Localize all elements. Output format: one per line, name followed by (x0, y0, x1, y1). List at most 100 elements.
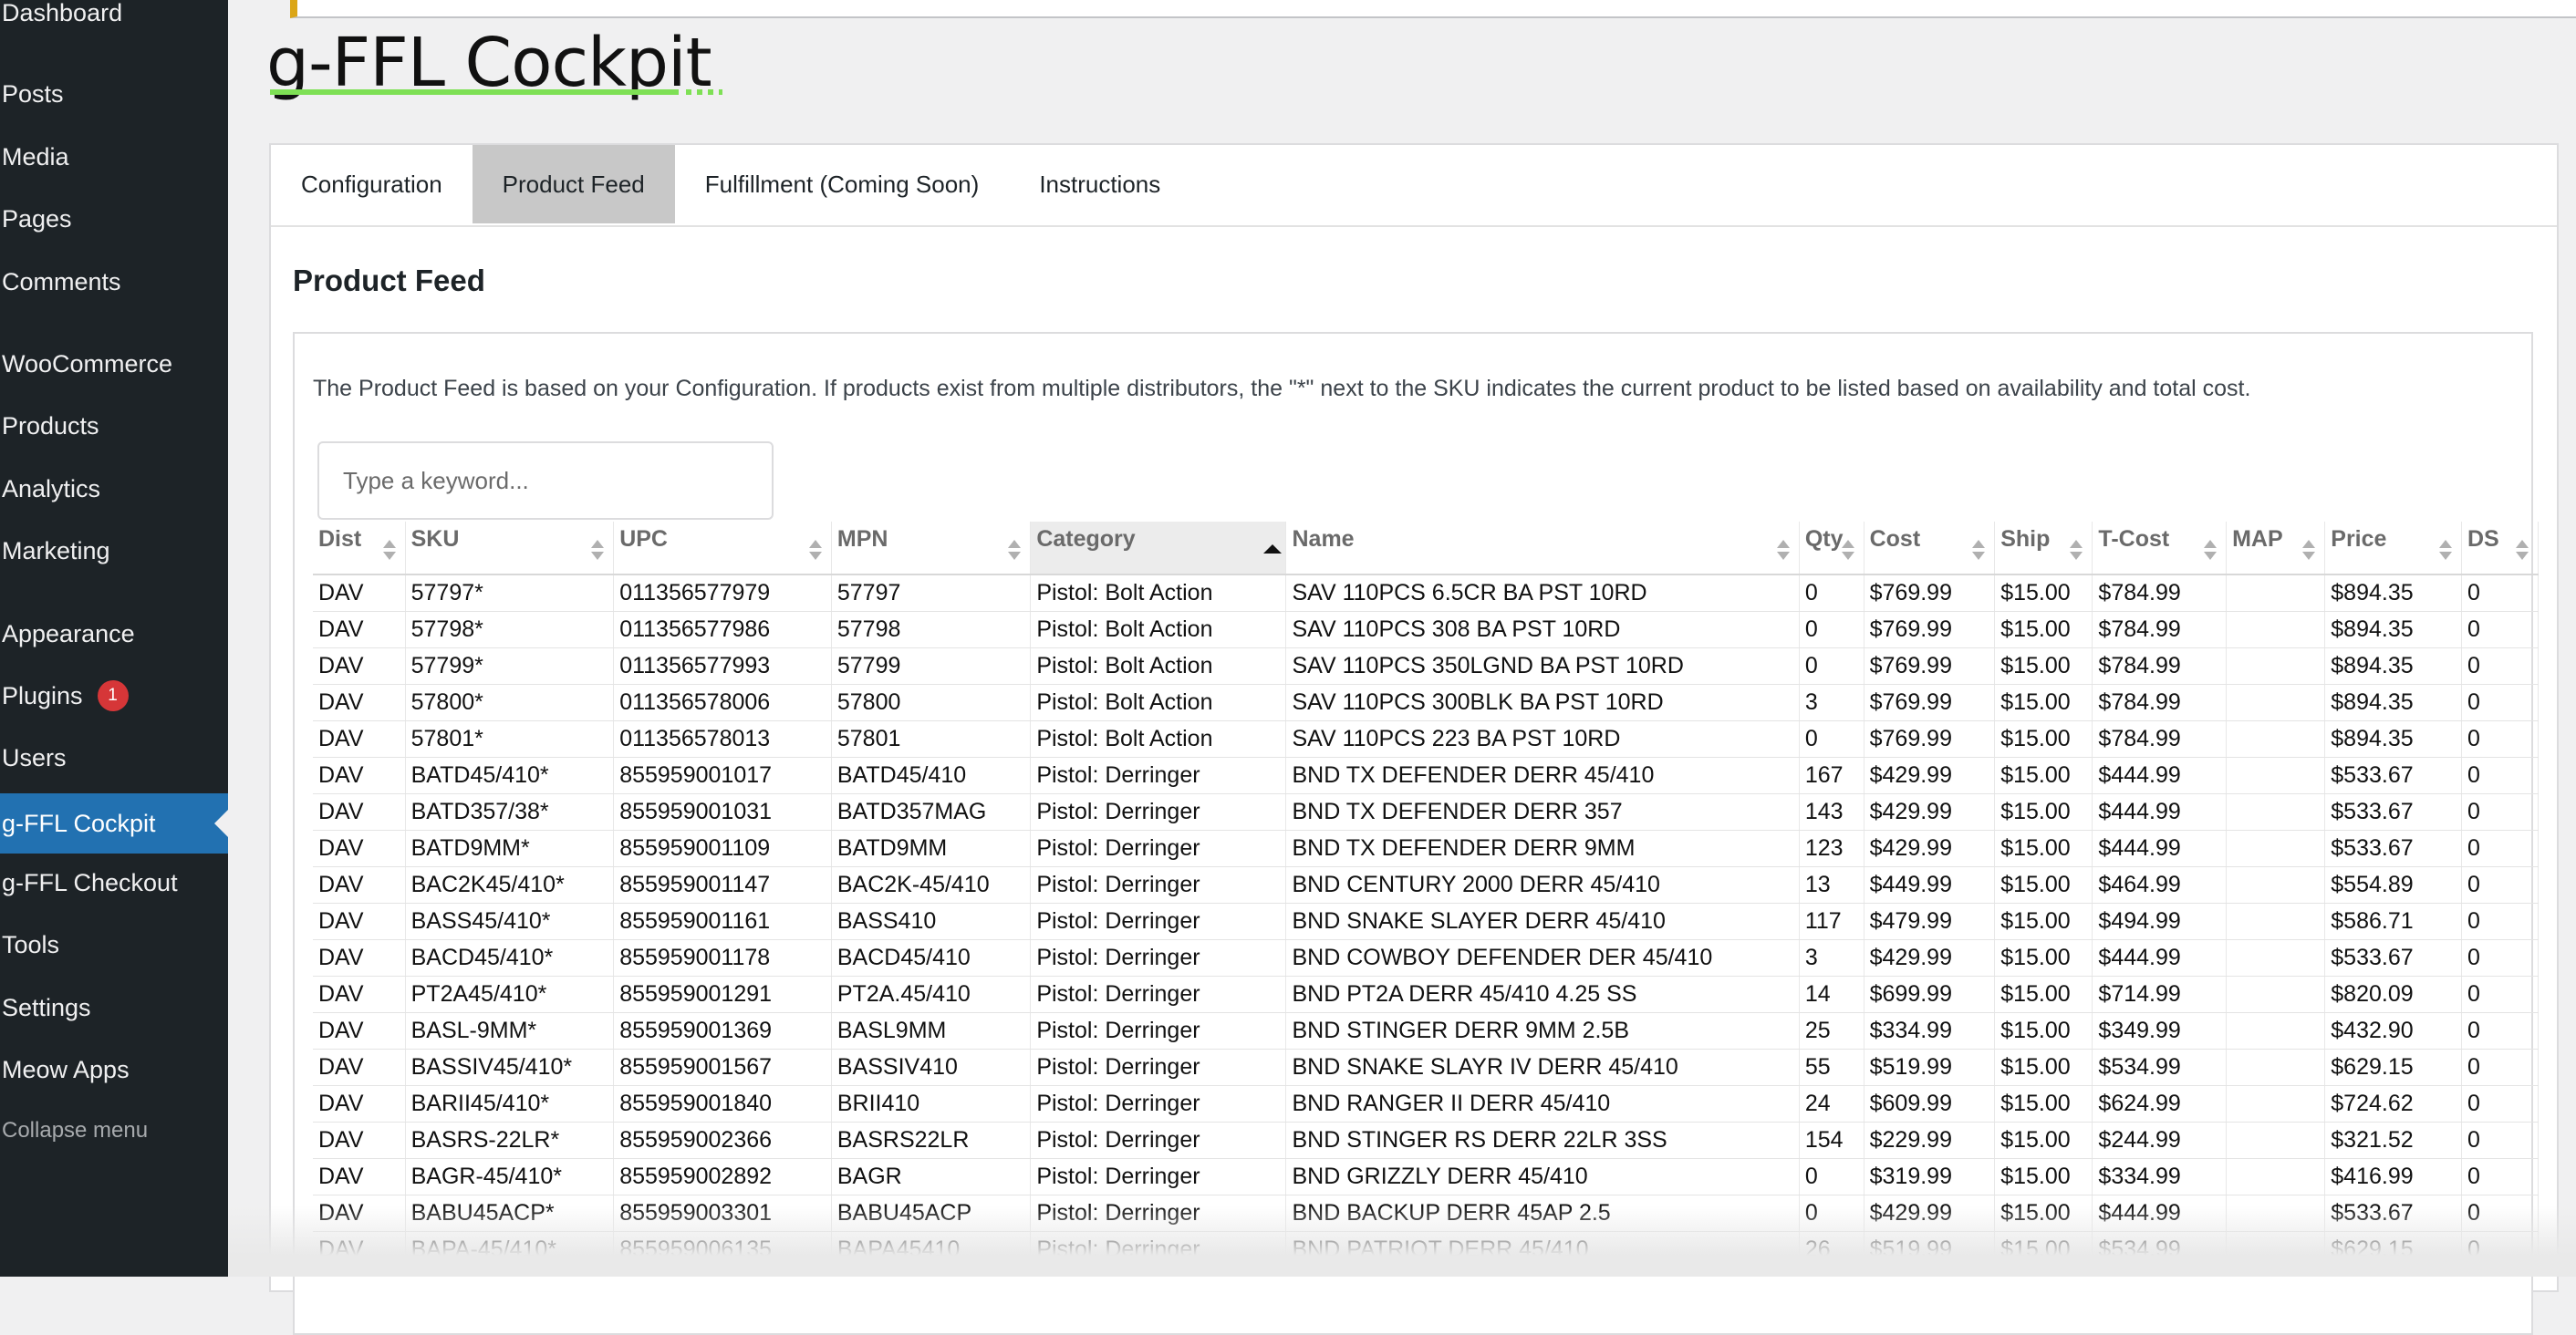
cell-upc: 855959001031 (613, 793, 832, 831)
column-header-qty[interactable]: Qty (1799, 522, 1864, 575)
column-header-t-cost[interactable]: T-Cost (2092, 522, 2228, 575)
cell-ship: $15.00 (1994, 1049, 2093, 1086)
collapse-menu-button[interactable]: Collapse menu (0, 1103, 228, 1158)
cell-qty: 0 (1799, 647, 1864, 685)
cell-cost: $334.99 (1864, 1012, 1996, 1050)
cell-cost: $769.99 (1864, 647, 1996, 685)
table-row[interactable]: DAV BASRS-22LR* 855959002366 BASRS22LR Pisto… (313, 1122, 2540, 1159)
sidebar-item-pages[interactable]: Pages (0, 191, 228, 246)
column-header-sku[interactable]: SKU (405, 522, 615, 575)
feed-description: The Product Feed is based on your Config… (313, 376, 2251, 401)
cell-category: Pistol: Derringer (1030, 830, 1287, 867)
sidebar-item-users[interactable]: Users (0, 730, 228, 785)
cell-cost: $769.99 (1864, 684, 1996, 721)
table-row[interactable]: DAV BACD45/410* 855959001178 BACD45/410 Pist… (313, 939, 2540, 977)
column-header-name[interactable]: Name (1285, 522, 1800, 575)
table-row[interactable]: DAV PT2A45/410* 855959001291 PT2A.45/410 Pis… (313, 976, 2540, 1013)
sidebar-item-g-ffl-checkout[interactable]: g-FFL Checkout (0, 855, 228, 910)
table-row[interactable]: DAV BASS45/410* 855959001161 BASS410 Pistol:… (313, 903, 2540, 940)
cell-name: BND STINGER RS DERR 22LR 3SS (1285, 1122, 1800, 1159)
column-header-price[interactable]: Price (2324, 522, 2462, 575)
cell-qty: 167 (1799, 757, 1864, 794)
cell-ship: $15.00 (1994, 1158, 2093, 1195)
cell-qty: 3 (1799, 684, 1864, 721)
sidebar-item-products[interactable]: Products (0, 398, 228, 453)
sidebar-item-posts[interactable]: Posts (0, 67, 228, 121)
cell-t-cost: $334.99 (2092, 1158, 2228, 1195)
cell-ds: 0 (2461, 574, 2540, 612)
sidebar-item-label: Tools (2, 930, 60, 958)
sidebar-item-dashboard[interactable]: Dashboard (0, 0, 228, 40)
sidebar-item-g-ffl-cockpit[interactable]: g-FFL Cockpit (0, 793, 228, 854)
cell-qty: 14 (1799, 976, 1864, 1013)
cell-category: Pistol: Derringer (1030, 866, 1287, 904)
table-row[interactable]: DAV BATD45/410* 855959001017 BATD45/410 Pist… (313, 757, 2540, 794)
cell-ship: $15.00 (1994, 1085, 2093, 1123)
cell-qty: 117 (1799, 903, 1864, 940)
table-row[interactable]: DAV BARII45/410* 855959001840 BRII410 Pistol… (313, 1085, 2540, 1123)
column-header-ds[interactable]: DS (2461, 522, 2540, 575)
sidebar-item-analytics[interactable]: Analytics (0, 461, 228, 516)
column-header-cost[interactable]: Cost (1864, 522, 1996, 575)
sidebar-item-comments[interactable]: Comments (0, 254, 228, 309)
sidebar-item-meow-apps[interactable]: Meow Apps (0, 1042, 228, 1097)
sidebar-item-appearance[interactable]: Appearance (0, 606, 228, 661)
sidebar-item-marketing[interactable]: Marketing (0, 523, 228, 578)
tab-configuration[interactable]: Configuration (271, 145, 473, 223)
cell-dist: DAV (313, 866, 406, 904)
cell-qty: 24 (1799, 1085, 1864, 1123)
cell-ship: $15.00 (1994, 1012, 2093, 1050)
table-row[interactable]: DAV 57797* 011356577979 57797 Pistol: Bolt A… (313, 574, 2540, 612)
cell-mpn: BATD45/410 (831, 757, 1032, 794)
sidebar-item-label: WooCommerce (2, 349, 173, 378)
cell-ds: 0 (2461, 866, 2540, 904)
sidebar-item-tools[interactable]: Tools (0, 917, 228, 972)
table-row[interactable]: DAV 57801* 011356578013 57801 Pistol: Bolt A… (313, 720, 2540, 758)
column-header-map[interactable]: MAP (2226, 522, 2326, 575)
cell-name: SAV 110PCS 308 BA PST 10RD (1285, 611, 1800, 648)
tab-instructions[interactable]: Instructions (1009, 145, 1190, 223)
cell-dist: DAV (313, 1012, 406, 1050)
tab-fulfillment[interactable]: Fulfillment (Coming Soon) (675, 145, 1010, 223)
sidebar-item-label: Media (2, 142, 69, 171)
sort-icon (2070, 540, 2083, 562)
cell-map (2226, 720, 2326, 758)
column-header-mpn[interactable]: MPN (831, 522, 1032, 575)
column-header-category[interactable]: Category (1030, 522, 1287, 575)
table-row[interactable]: DAV 57799* 011356577993 57799 Pistol: Bolt A… (313, 647, 2540, 685)
column-header-dist[interactable]: Dist (313, 522, 406, 575)
cell-map (2226, 866, 2326, 904)
table-row[interactable]: DAV BASL-9MM* 855959001369 BASL9MM Pistol: D… (313, 1012, 2540, 1050)
table-row[interactable]: DAV BAGR-45/410* 855959002892 BAGR Pistol: D… (313, 1158, 2540, 1195)
cell-map (2226, 1012, 2326, 1050)
tab-product-feed[interactable]: Product Feed (472, 145, 675, 223)
sidebar-item-settings[interactable]: Settings (0, 980, 228, 1035)
cell-category: Pistol: Derringer (1030, 903, 1287, 940)
table-row[interactable]: DAV BATD9MM* 855959001109 BATD9MM Pistol: De… (313, 830, 2540, 867)
cell-price: $533.67 (2324, 830, 2462, 867)
table-row[interactable]: DAV 57798* 011356577986 57798 Pistol: Bolt A… (313, 611, 2540, 648)
table-row[interactable]: DAV 57800* 011356578006 57800 Pistol: Bolt A… (313, 684, 2540, 721)
table-row[interactable]: DAV BASSIV45/410* 855959001567 BASSIV410 Pis… (313, 1049, 2540, 1086)
cell-ds: 0 (2461, 757, 2540, 794)
cell-mpn: BAGR (831, 1158, 1032, 1195)
sidebar-item-woocommerce[interactable]: WooCommerce (0, 336, 228, 391)
sidebar-item-media[interactable]: Media (0, 129, 228, 184)
cell-dist: DAV (313, 903, 406, 940)
cell-ds: 0 (2461, 903, 2540, 940)
sidebar-item-plugins[interactable]: Plugins 1 (0, 668, 228, 723)
table-row[interactable]: DAV BAC2K45/410* 855959001147 BAC2K-45/410 P… (313, 866, 2540, 904)
cell-mpn: BRII410 (831, 1085, 1032, 1123)
cell-map (2226, 976, 2326, 1013)
cell-ds: 0 (2461, 1012, 2540, 1050)
cell-map (2226, 1122, 2326, 1159)
cell-dist: DAV (313, 720, 406, 758)
cell-category: Pistol: Bolt Action (1030, 611, 1287, 648)
column-header-upc[interactable]: UPC (613, 522, 832, 575)
cell-sku: BAGR-45/410* (405, 1158, 615, 1195)
table-row[interactable]: DAV BATD357/38* 855959001031 BATD357MAG Pist… (313, 793, 2540, 831)
cell-cost: $609.99 (1864, 1085, 1996, 1123)
keyword-search-input[interactable] (317, 441, 774, 520)
column-header-ship[interactable]: Ship (1994, 522, 2093, 575)
cell-cost: $449.99 (1864, 866, 1996, 904)
